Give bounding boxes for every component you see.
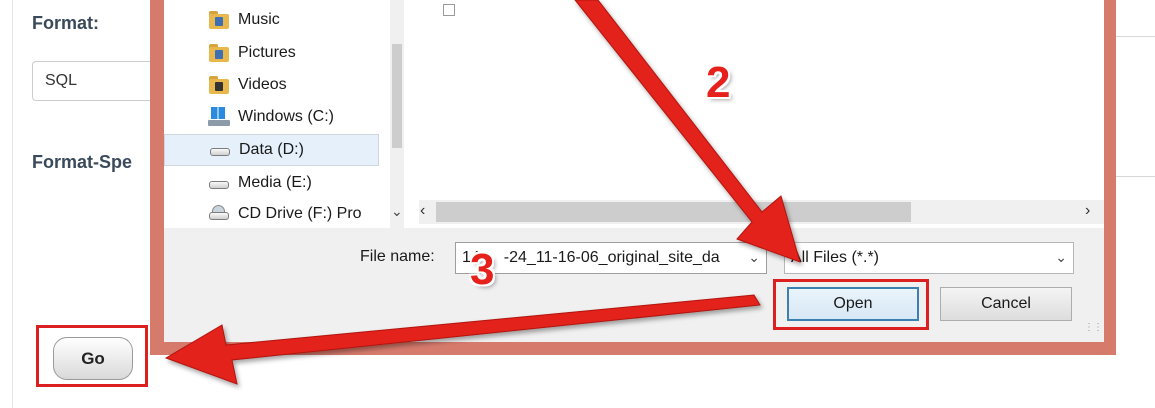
arrow-to-go-button bbox=[164, 294, 761, 385]
arrow-to-file-type bbox=[574, 0, 801, 263]
step-2-label: 2 bbox=[706, 58, 731, 107]
tutorial-arrows bbox=[164, 0, 801, 385]
step-3-label: 3 bbox=[470, 245, 495, 294]
